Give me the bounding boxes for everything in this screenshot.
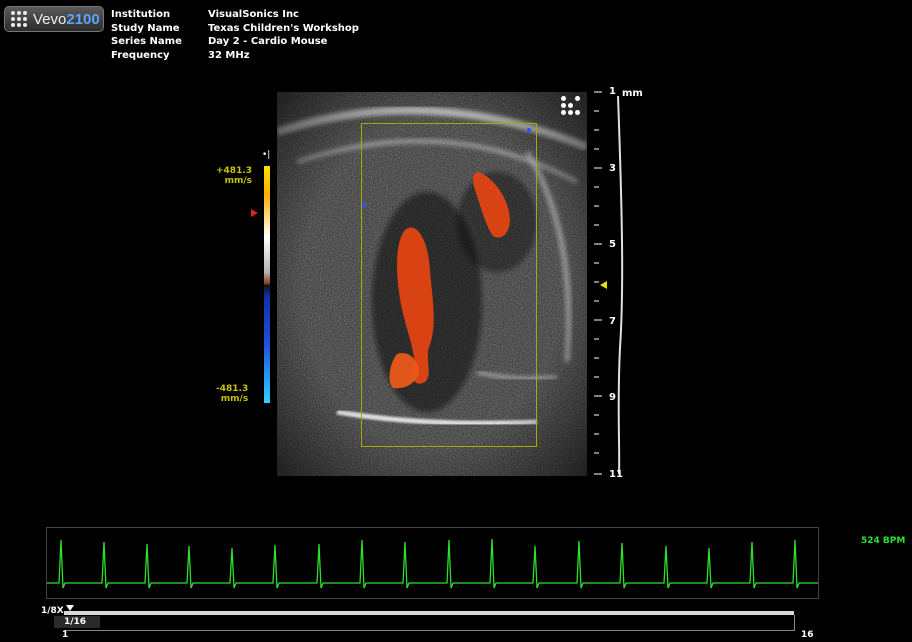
depth-scale — [594, 91, 624, 475]
depth-unit: mm — [622, 88, 643, 99]
timeline-end-label: 16 — [801, 630, 814, 640]
info-value: Day 2 - Cardio Mouse — [208, 36, 328, 47]
info-row-institution: Institution VisualSonics Inc — [111, 8, 359, 22]
baseline-marker[interactable] — [251, 209, 258, 217]
color-roi-box[interactable] — [361, 123, 537, 447]
study-info-panel: Institution VisualSonics Inc Study Name … — [111, 8, 359, 62]
heart-rate-readout: 524 BPM — [861, 536, 906, 546]
info-value: VisualSonics Inc — [208, 9, 299, 20]
depth-label-3: 3 — [609, 163, 616, 174]
info-label: Institution — [111, 9, 171, 20]
roi-side-marker — [362, 203, 366, 207]
color-velocity-bar — [264, 166, 270, 403]
logo-dots-icon — [11, 11, 27, 27]
vevo-logo[interactable]: Vevo2100 — [4, 6, 104, 32]
depth-label-9: 9 — [609, 392, 616, 403]
depth-label-11: 11 — [609, 469, 623, 480]
info-row-series: Series Name Day 2 - Cardio Mouse — [111, 35, 359, 49]
color-scale-min-value: -481.3 — [216, 384, 249, 394]
info-label: Frequency — [111, 49, 170, 61]
color-scale-max-value: +481.3 — [216, 166, 253, 176]
depth-label-5: 5 — [609, 239, 616, 250]
info-value: Texas Children's Workshop — [208, 22, 359, 34]
playback-speed[interactable]: 1/8X — [41, 606, 64, 616]
info-value: 32 MHz — [208, 49, 250, 61]
focus-depth-marker[interactable] — [600, 281, 607, 289]
color-scale-max-unit: mm/s — [224, 176, 253, 186]
timeline-range-line — [64, 630, 794, 631]
roi-corner-marker — [527, 128, 531, 132]
logo-text: Vevo2100 — [33, 10, 100, 28]
info-row-study: Study Name Texas Children's Workshop — [111, 22, 359, 36]
info-label: Series Name — [111, 36, 182, 47]
color-scale-icon[interactable]: •| — [262, 150, 270, 160]
depth-label-1: 1 — [609, 86, 616, 97]
color-scale-min: -481.3 mm/s — [216, 384, 248, 404]
color-scale-min-unit: mm/s — [220, 394, 249, 404]
ecg-waveform — [47, 538, 818, 589]
depth-label-7: 7 — [609, 316, 616, 327]
timeline-end-tick — [794, 615, 795, 631]
timeline-start-label: 1 — [62, 630, 69, 640]
ecg-trace-panel — [46, 527, 819, 599]
color-scale-max: +481.3 mm/s — [216, 166, 252, 186]
playhead-marker[interactable] — [66, 605, 74, 611]
info-label: Study Name — [111, 22, 180, 34]
frame-counter: 1/16 — [64, 617, 87, 627]
info-row-frequency: Frequency 32 MHz — [111, 49, 359, 63]
cine-timeline[interactable] — [64, 611, 794, 615]
probe-orientation-icon — [561, 96, 580, 115]
